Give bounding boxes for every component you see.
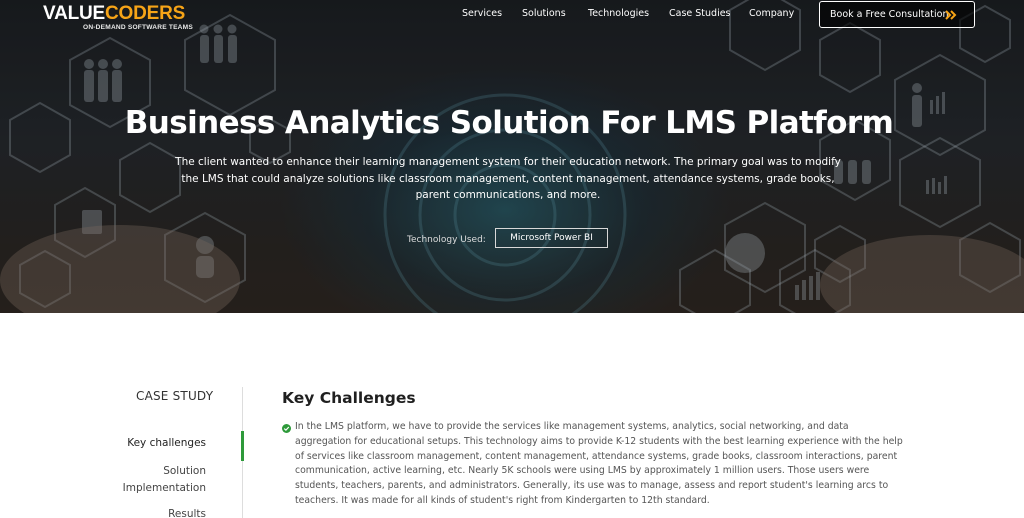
hero-title: Business Analytics Solution For LMS Plat… — [124, 105, 894, 141]
logo-word-coders: CODERS — [104, 3, 186, 24]
technology-used-label: Technology Used: — [407, 235, 486, 245]
hero-description: The client wanted to enhance their learn… — [175, 156, 841, 201]
arrow-right-icon — [945, 10, 957, 20]
check-circle-icon — [282, 424, 291, 433]
logo-tagline: ON-DEMAND SOFTWARE TEAMS — [83, 24, 193, 31]
section-title: Key Challenges — [282, 389, 416, 407]
sidebar-item-key-challenges[interactable]: Key challenges — [110, 435, 206, 452]
nav-company[interactable]: Company — [749, 8, 794, 20]
logo-word-value: VALUE — [43, 3, 105, 24]
site-logo[interactable]: VALUECODERS ON-DEMAND SOFTWARE TEAMS — [43, 3, 193, 31]
sidebar-active-indicator — [241, 431, 244, 461]
sidebar-item-solution-implementation[interactable]: Solution Implementation — [110, 463, 206, 497]
nav-solutions[interactable]: Solutions — [522, 8, 566, 20]
technology-badge: Microsoft Power BI — [495, 228, 608, 248]
nav-services[interactable]: Services — [462, 8, 502, 20]
challenge-paragraph: In the LMS platform, we have to provide … — [295, 421, 903, 506]
book-consultation-label: Book a Free Consultation — [830, 9, 949, 20]
nav-technologies[interactable]: Technologies — [588, 8, 649, 20]
hero-banner: VALUECODERS ON-DEMAND SOFTWARE TEAMS Ser… — [0, 0, 1024, 313]
nav-case-studies[interactable]: Case Studies — [669, 8, 731, 20]
sidebar-heading: CASE STUDY — [136, 389, 214, 403]
book-consultation-button[interactable]: Book a Free Consultation — [819, 1, 975, 28]
sidebar-item-results[interactable]: Results — [110, 506, 206, 518]
logo-wordmark: VALUECODERS — [43, 3, 193, 24]
